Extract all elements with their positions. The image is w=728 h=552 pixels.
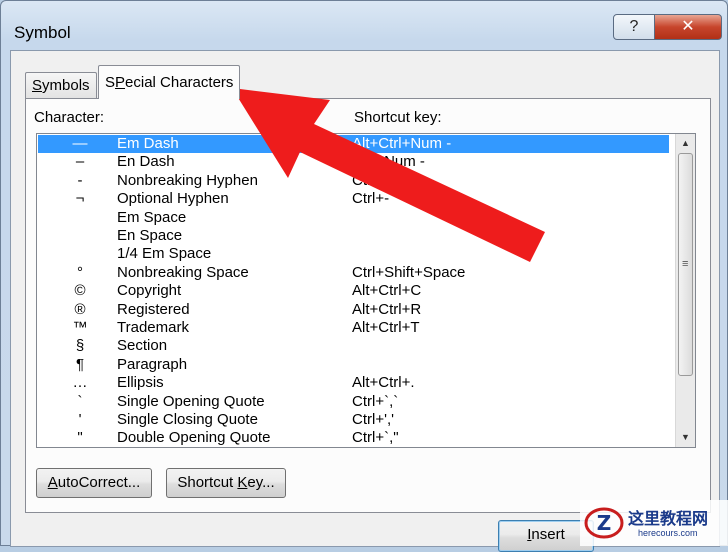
tab-symbols[interactable]: Symbols xyxy=(25,72,97,98)
tab-special-label: ecial Characters xyxy=(125,74,234,91)
character-name: Optional Hyphen xyxy=(117,190,229,208)
list-item[interactable]: ‑ Nonbreaking Hyphen Ctrl+Shift+_ xyxy=(38,172,669,190)
character-glyph: ® xyxy=(74,300,86,318)
character-name: Ellipsis xyxy=(117,374,164,392)
vertical-scrollbar[interactable]: ▲ ≡ ▼ xyxy=(675,134,695,447)
shortcut-key: Ctrl+Num - xyxy=(352,153,425,171)
list-item[interactable]: — Em Dash Alt+Ctrl+Num - xyxy=(38,135,669,154)
character-name: Em Space xyxy=(117,208,187,226)
shortcut-key: Alt+Ctrl+T xyxy=(352,319,420,336)
watermark-url: herecours.com xyxy=(638,528,698,538)
shortcut-key: Ctrl+`,` xyxy=(352,392,399,410)
shortcut-key: Alt+Ctrl+R xyxy=(352,300,422,318)
shortcut-key: Alt+Ctrl+. xyxy=(352,374,415,392)
list-item[interactable]: ' Single Closing Quote Ctrl+',' xyxy=(38,411,669,429)
character-name: Trademark xyxy=(117,319,189,336)
autocorrect-accesskey: A xyxy=(47,474,58,491)
character-glyph: ‑ xyxy=(77,171,83,189)
character-glyph: … xyxy=(72,374,88,392)
column-header-shortcut: Shortcut key: xyxy=(354,109,442,126)
watermark-logo-icon: Z xyxy=(584,507,624,539)
character-name: En Dash xyxy=(117,153,175,171)
shortcut-key: Ctrl+',' xyxy=(352,411,394,428)
character-glyph: – xyxy=(75,153,85,171)
list-item[interactable]: ® Registered Alt+Ctrl+R xyxy=(38,301,669,319)
tab-symbols-label: ymbols xyxy=(42,77,90,94)
list-item[interactable]: ` Single Opening Quote Ctrl+`,` xyxy=(38,393,669,411)
column-header-character: Character: xyxy=(34,109,105,126)
character-name: Double Opening Quote xyxy=(117,429,271,447)
character-name: Paragraph xyxy=(117,355,188,373)
character-glyph: § xyxy=(75,337,85,355)
list-item[interactable]: ¶ Paragraph xyxy=(38,356,669,374)
character-name: Nonbreaking Space xyxy=(117,263,249,281)
character-name: Single Opening Quote xyxy=(117,392,265,410)
scroll-down-arrow-icon[interactable]: ▼ xyxy=(676,428,695,447)
character-name: Em Dash xyxy=(117,135,179,152)
tab-special-pre: S xyxy=(105,74,116,91)
character-name: Copyright xyxy=(117,282,182,300)
character-name: Nonbreaking Hyphen xyxy=(117,171,258,189)
list-item[interactable]: © Copyright Alt+Ctrl+C xyxy=(38,282,669,300)
autocorrect-label: utoCorrect... xyxy=(57,474,141,491)
shortcut-key: Ctrl+Shift+_ xyxy=(352,171,432,189)
character-name: Single Closing Quote xyxy=(117,411,258,428)
insert-label: nsert xyxy=(531,526,565,543)
list-item[interactable]: § Section xyxy=(38,337,669,355)
list-item[interactable]: ¬ Optional Hyphen Ctrl+- xyxy=(38,190,669,208)
character-name: Section xyxy=(117,337,168,355)
shortcut-key-button[interactable]: Shortcut Key... xyxy=(166,468,286,498)
shortcut-key-accesskey: K xyxy=(237,474,248,491)
character-glyph: — xyxy=(72,135,88,152)
character-glyph: © xyxy=(74,282,86,300)
character-glyph: ' xyxy=(78,411,82,428)
autocorrect-button[interactable]: AutoCorrect... xyxy=(36,468,152,498)
character-glyph: ™ xyxy=(72,319,88,336)
help-button[interactable]: ? xyxy=(613,14,655,40)
list-item[interactable]: ™ Trademark Alt+Ctrl+T xyxy=(38,319,669,337)
shortcut-key: Ctrl+- xyxy=(352,190,390,208)
list-item[interactable]: En Space xyxy=(38,227,669,245)
tab-symbols-accesskey: S xyxy=(32,77,43,94)
shortcut-key: Alt+Ctrl+C xyxy=(352,282,422,300)
character-name: 1/4 Em Space xyxy=(117,245,212,263)
character-glyph: ° xyxy=(77,263,83,281)
scroll-up-arrow-icon[interactable]: ▲ xyxy=(676,134,695,153)
scrollbar-grip-icon: ≡ xyxy=(682,258,689,270)
shortcut-key-pre: Shortcut xyxy=(177,474,238,491)
character-glyph: ¶ xyxy=(75,355,85,373)
tab-special-characters[interactable]: SPecial Characters xyxy=(98,65,241,99)
special-characters-list[interactable]: " Double Opening Quote Ctrl+`," ' Single Clo… xyxy=(36,133,696,448)
list-item[interactable]: " Double Opening Quote Ctrl+`," xyxy=(38,429,669,447)
symbol-dialog: Symbol ? ✕ Symbols SPecial Characters Ch… xyxy=(0,0,728,552)
special-characters-pane: Character: Shortcut key: " Double Opening… xyxy=(25,98,711,513)
shortcut-key: Ctrl+`," xyxy=(352,429,399,447)
shortcut-key: Ctrl+Shift+Space xyxy=(352,263,466,281)
character-name: En Space xyxy=(117,227,183,244)
character-glyph: " xyxy=(77,429,83,447)
tab-special-accesskey: P xyxy=(115,74,126,91)
svg-text:Z: Z xyxy=(597,511,612,535)
list-item[interactable]: Em Space xyxy=(38,209,669,227)
shortcut-key-label: ey... xyxy=(247,474,275,491)
close-button[interactable]: ✕ xyxy=(654,14,722,40)
dialog-client-area: Symbols SPecial Characters Character: Sh… xyxy=(10,50,720,552)
character-name: Registered xyxy=(117,300,190,318)
character-glyph: ` xyxy=(77,392,83,410)
shortcut-key: Alt+Ctrl+Num - xyxy=(352,135,452,152)
scrollbar-thumb[interactable]: ≡ xyxy=(678,153,693,376)
watermark: Z 这里教程网 herecours.com xyxy=(580,500,728,546)
window-title: Symbol xyxy=(14,23,71,42)
list-item[interactable]: 1/4 Em Space xyxy=(38,245,669,263)
title-bar[interactable]: Symbol ? ✕ xyxy=(1,1,727,49)
list-item[interactable]: … Ellipsis Alt+Ctrl+. xyxy=(38,374,669,392)
character-glyph: ¬ xyxy=(75,190,85,208)
watermark-text: 这里教程网 xyxy=(628,509,709,528)
list-item[interactable]: – En Dash Ctrl+Num - xyxy=(38,153,669,171)
list-item[interactable]: ° Nonbreaking Space Ctrl+Shift+Space xyxy=(38,264,669,282)
